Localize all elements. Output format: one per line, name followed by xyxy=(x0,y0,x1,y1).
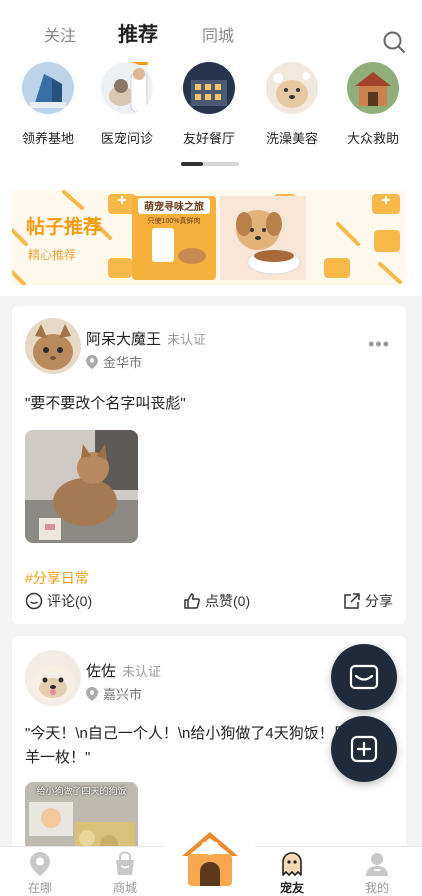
avatar[interactable] xyxy=(25,650,81,706)
rescue-icon xyxy=(347,62,399,114)
post-recommend-banner[interactable]: 帖子推荐 精心推荐 萌宠寻味之旅 只使100%真鲜肉 xyxy=(12,190,406,285)
category-row: 领养基地 医宠问诊 友好餐厅 洗澡美容 大众救助 xyxy=(0,62,422,152)
category-label: 友好餐厅 xyxy=(182,131,235,146)
building-icon xyxy=(22,62,74,114)
tab-follow[interactable]: 关注 xyxy=(44,22,76,46)
nav-home-center[interactable] xyxy=(162,816,258,896)
post-image-caption: 给小狗做了四天的狗饭 xyxy=(36,786,127,796)
mail-icon xyxy=(349,664,379,690)
thumbs-up-icon xyxy=(184,593,200,609)
banner-title: 帖子推荐 xyxy=(26,217,103,238)
map-pin-icon xyxy=(27,851,53,877)
category-pager xyxy=(181,162,239,166)
location: 嘉兴市 xyxy=(86,684,142,703)
search-icon[interactable] xyxy=(382,30,406,54)
pet-house-icon xyxy=(182,832,238,886)
comment-button[interactable]: 评论(0) xyxy=(25,591,92,611)
nav-label: 宠友 xyxy=(279,881,304,895)
ghost-icon xyxy=(279,851,305,877)
user-icon xyxy=(364,851,390,877)
banner-subtitle: 精心推荐 xyxy=(28,248,77,262)
post-actions: 评论(0) 点赞(0) 分享 xyxy=(25,591,393,613)
category-restaurant[interactable]: 友好餐厅 xyxy=(171,62,247,147)
header-area: 关注 推荐 同城 领养基地 医宠问诊 友好餐厅 洗澡美容 大众救助 帖子推荐 精… xyxy=(0,0,422,296)
restaurant-icon xyxy=(183,62,235,114)
post-tag[interactable]: #分享日常 xyxy=(25,568,89,588)
category-adoption[interactable]: 领养基地 xyxy=(10,62,86,147)
location: 金华市 xyxy=(86,352,142,371)
shopping-bag-icon xyxy=(112,851,138,877)
nav-shop[interactable]: 商城 xyxy=(95,851,155,896)
verify-status: 未认证 xyxy=(122,664,162,679)
nav-label: 商城 xyxy=(112,881,137,895)
post-card[interactable]: 阿呆大魔王 未认证 金华市 ••• "要不要改个名字叫丧彪" #分享日常 评论(0… xyxy=(12,306,406,624)
verify-status: 未认证 xyxy=(167,332,207,347)
username[interactable]: 阿呆大魔王 未认证 xyxy=(86,328,206,349)
category-grooming[interactable]: 洗澡美容 xyxy=(254,62,330,147)
add-post-button[interactable] xyxy=(331,716,397,782)
location-pin-icon xyxy=(86,355,98,369)
post-content: "要不要改个名字叫丧彪" xyxy=(25,395,186,412)
nav-label: 在哪 xyxy=(27,881,52,895)
tab-local[interactable]: 同城 xyxy=(202,22,234,46)
nav-label: 我的 xyxy=(364,881,389,895)
comment-icon xyxy=(25,592,43,610)
share-button[interactable]: 分享 xyxy=(343,591,393,611)
like-button[interactable]: 点赞(0) xyxy=(183,591,250,611)
category-rescue[interactable]: 大众救助 xyxy=(335,62,411,147)
avatar[interactable] xyxy=(25,318,81,374)
banner-poster-title: 萌宠寻味之旅 xyxy=(144,202,204,213)
share-icon xyxy=(344,593,360,609)
message-button[interactable] xyxy=(331,644,397,710)
username[interactable]: 佐佐 未认证 xyxy=(86,660,161,681)
plus-icon xyxy=(350,735,378,763)
banner-poster-subtitle: 只使100%真鲜肉 xyxy=(147,218,201,225)
category-label: 领养基地 xyxy=(21,131,74,146)
vet-icon xyxy=(101,62,153,114)
top-tabs: 关注 推荐 同城 xyxy=(0,14,422,65)
more-icon[interactable]: ••• xyxy=(368,334,390,355)
tab-recommend[interactable]: 推荐 xyxy=(118,18,158,47)
grooming-icon xyxy=(266,62,318,114)
post-image[interactable] xyxy=(25,430,138,543)
nav-mine[interactable]: 我的 xyxy=(347,851,407,896)
category-label: 大众救助 xyxy=(346,131,399,146)
nav-where[interactable]: 在哪 xyxy=(10,851,70,896)
category-label: 医宠问诊 xyxy=(100,131,153,146)
location-pin-icon xyxy=(86,687,98,701)
category-label: 洗澡美容 xyxy=(265,131,318,146)
nav-pet-friends[interactable]: 宠友 xyxy=(262,851,322,896)
category-vet[interactable]: 医宠问诊 xyxy=(89,62,165,147)
